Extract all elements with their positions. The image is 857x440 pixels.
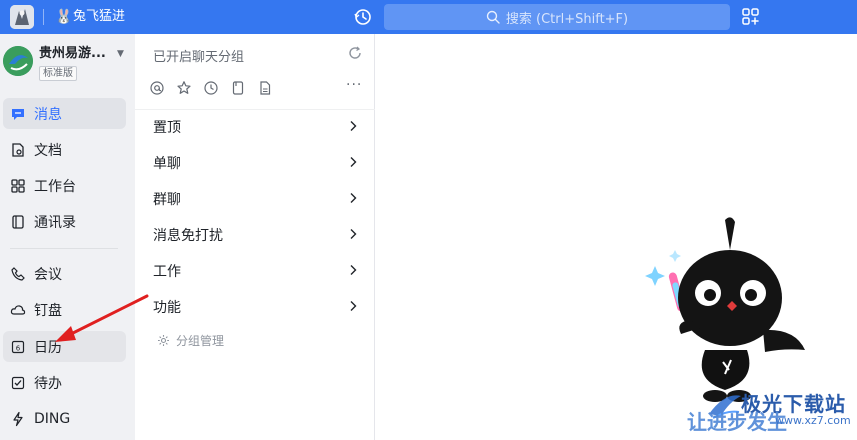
nav-label: 消息 xyxy=(34,106,62,123)
nav-item-docs[interactable]: 文档 xyxy=(3,134,126,165)
chevron-right-icon xyxy=(346,119,360,133)
at-icon[interactable] xyxy=(149,80,165,96)
group-label: 群聊 xyxy=(153,192,181,208)
title-bar: 🐰 兔飞猛进 搜索 (Ctrl+Shift+F) xyxy=(0,0,857,34)
nav-label: DING xyxy=(34,410,71,427)
cloud-drive-icon xyxy=(10,302,26,318)
document-icon xyxy=(10,142,26,158)
group-row-group-chat[interactable]: 群聊 xyxy=(135,181,374,217)
topbar-divider xyxy=(43,9,44,25)
org-logo xyxy=(3,46,33,76)
chevron-right-icon xyxy=(346,263,360,277)
user-status-text[interactable]: 兔飞猛进 xyxy=(73,7,125,27)
contacts-icon xyxy=(10,214,26,230)
edition-badge: 标准版 xyxy=(39,66,77,81)
group-row-single-chat[interactable]: 单聊 xyxy=(135,145,374,181)
nav-label: 会议 xyxy=(34,266,62,283)
org-switcher[interactable]: 贵州易游... ▼ 标准版 xyxy=(0,34,135,90)
history-icon[interactable] xyxy=(352,6,374,28)
left-navigation: 贵州易游... ▼ 标准版 消息 文档 工作台 通讯录 会议 钉盘 6 日历 待… xyxy=(0,34,135,440)
nav-item-messages[interactable]: 消息 xyxy=(3,98,126,129)
refresh-icon[interactable] xyxy=(346,44,364,62)
nav-item-drive[interactable]: 钉盘 xyxy=(3,294,126,325)
ding-icon xyxy=(10,411,26,427)
group-label: 置顶 xyxy=(153,120,181,136)
group-row-muted[interactable]: 消息免打扰 xyxy=(135,217,374,253)
search-icon xyxy=(486,10,500,24)
org-name: 贵州易游... xyxy=(39,46,106,61)
nav-label: 通讯录 xyxy=(34,214,76,231)
group-manage-button[interactable]: 分组管理 xyxy=(157,332,224,349)
message-icon xyxy=(10,106,26,122)
nav-item-todo[interactable]: 待办 xyxy=(3,367,126,398)
watermark-slogan: 让进步发生 xyxy=(687,410,787,434)
chevron-right-icon xyxy=(346,299,360,313)
nav-item-calendar[interactable]: 6 日历 xyxy=(3,331,126,362)
group-row-functions[interactable]: 功能 xyxy=(135,289,374,325)
group-label: 功能 xyxy=(153,300,181,316)
mascot-illustration xyxy=(645,217,805,402)
nav-label: 日历 xyxy=(34,339,62,356)
rabbit-status-icon: 🐰 xyxy=(55,9,73,25)
nav-divider xyxy=(10,248,118,249)
panel-header: 已开启聊天分组 xyxy=(153,50,245,65)
nav-label: 钉盘 xyxy=(34,302,62,319)
nav-item-workbench[interactable]: 工作台 xyxy=(3,170,126,201)
user-avatar[interactable] xyxy=(10,5,34,29)
gear-icon xyxy=(158,335,169,346)
todo-icon xyxy=(10,375,26,391)
search-placeholder: 搜索 (Ctrl+Shift+F) xyxy=(505,11,629,27)
chat-group-panel: 已开启聊天分组 ··· 置顶 单聊 群聊 消息免打扰 工作 功能 分组管理 xyxy=(135,34,375,440)
chevron-right-icon xyxy=(346,155,360,169)
manage-label: 分组管理 xyxy=(176,334,225,348)
chevron-right-icon xyxy=(346,191,360,205)
clock-icon[interactable] xyxy=(203,80,219,96)
filter-icon-row xyxy=(149,80,273,96)
group-label: 单聊 xyxy=(153,156,181,172)
nav-label: 文档 xyxy=(34,142,62,159)
bookmark-icon[interactable] xyxy=(230,80,246,96)
star-icon[interactable] xyxy=(176,80,192,96)
group-row-work[interactable]: 工作 xyxy=(135,253,374,289)
nav-item-ding[interactable]: DING xyxy=(3,403,126,434)
avatar-image xyxy=(10,5,34,29)
nav-label: 待办 xyxy=(34,375,62,392)
more-options-icon[interactable]: ··· xyxy=(346,78,364,96)
group-label: 工作 xyxy=(153,264,181,280)
calendar-day-number: 6 xyxy=(16,344,21,352)
calendar-icon: 6 xyxy=(10,339,26,355)
global-search-input[interactable]: 搜索 (Ctrl+Shift+F) xyxy=(384,4,730,30)
workbench-icon xyxy=(10,178,26,194)
nav-item-contacts[interactable]: 通讯录 xyxy=(3,206,126,237)
meeting-icon xyxy=(10,266,26,282)
chevron-down-icon[interactable]: ▼ xyxy=(117,49,124,59)
group-label: 消息免打扰 xyxy=(153,228,223,244)
nav-item-meeting[interactable]: 会议 xyxy=(3,258,126,289)
file-icon[interactable] xyxy=(257,80,273,96)
apps-add-icon[interactable] xyxy=(740,6,762,28)
group-row-pinned[interactable]: 置顶 xyxy=(135,109,374,145)
nav-label: 工作台 xyxy=(34,178,76,195)
main-content-area: 极光下载站 让进步发生 www.xz7.com xyxy=(375,34,857,440)
watermark-url: www.xz7.com xyxy=(775,414,851,427)
chevron-right-icon xyxy=(346,227,360,241)
